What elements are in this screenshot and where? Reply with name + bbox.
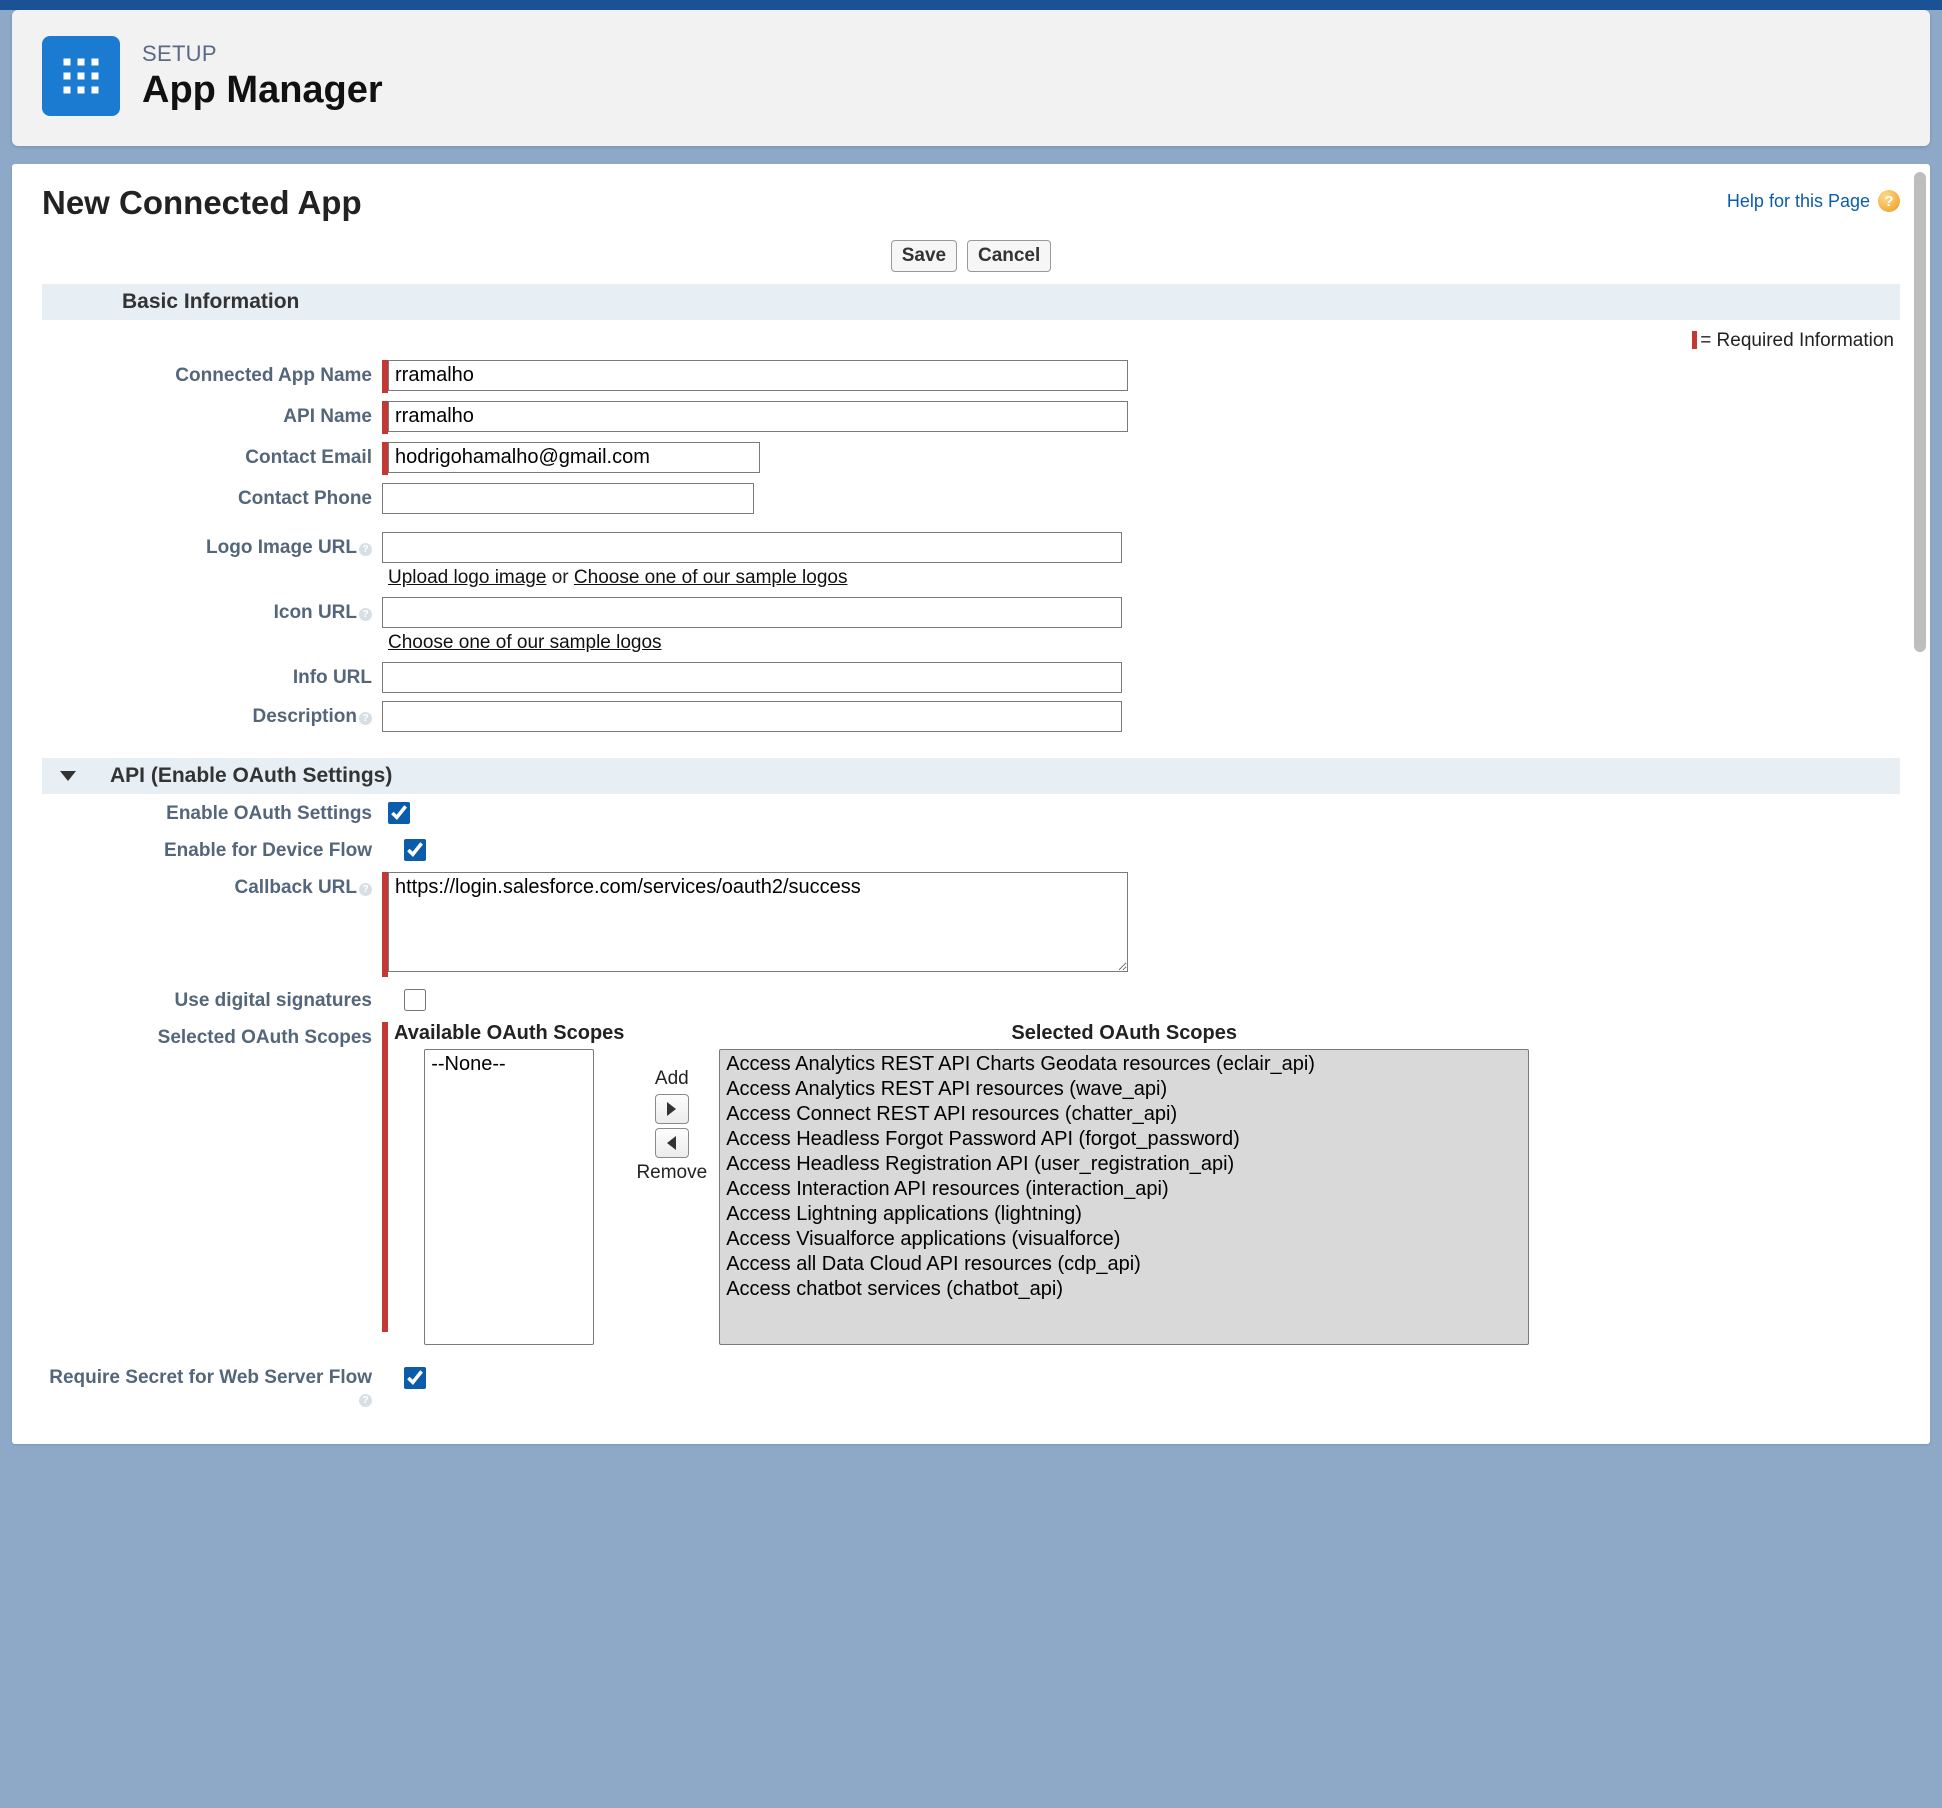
grid-icon <box>60 55 102 97</box>
label-digital-signatures: Use digital signatures <box>42 985 382 1012</box>
help-tip-icon[interactable]: ? <box>359 712 372 725</box>
upload-logo-link[interactable]: Upload logo image <box>388 567 546 588</box>
cancel-button[interactable]: Cancel <box>967 240 1051 272</box>
available-scopes-title: Available OAuth Scopes <box>394 1022 624 1045</box>
selected-scopes-title: Selected OAuth Scopes <box>1011 1022 1237 1045</box>
help-link[interactable]: Help for this Page <box>1727 191 1870 212</box>
connected-app-name-input[interactable] <box>388 360 1128 391</box>
help-tip-icon[interactable]: ? <box>359 883 372 896</box>
choose-sample-logo-link[interactable]: Choose one of our sample logos <box>574 567 848 588</box>
list-item[interactable]: Access Lightning applications (lightning… <box>722 1202 1526 1227</box>
section-basic-info: Basic Information <box>42 284 1900 320</box>
label-contact-email: Contact Email <box>42 442 382 469</box>
header-title: App Manager <box>142 69 383 112</box>
list-item[interactable]: Access Analytics REST API Charts Geodata… <box>722 1052 1526 1077</box>
page-header: SETUP App Manager <box>12 10 1930 146</box>
contact-phone-input[interactable] <box>382 483 754 514</box>
list-item[interactable]: Access Visualforce applications (visualf… <box>722 1227 1526 1252</box>
label-contact-phone: Contact Phone <box>42 483 382 510</box>
add-scope-button[interactable] <box>655 1094 689 1124</box>
label-logo-url: Logo Image URL? <box>42 532 382 559</box>
icon-url-input[interactable] <box>382 597 1122 628</box>
list-item[interactable]: Access Headless Forgot Password API (for… <box>722 1127 1526 1152</box>
required-legend: = Required Information <box>12 320 1930 356</box>
list-item[interactable]: Access Interaction API resources (intera… <box>722 1177 1526 1202</box>
remove-scope-button[interactable] <box>655 1128 689 1158</box>
help-tip-icon[interactable]: ? <box>359 543 372 556</box>
app-launcher-icon <box>42 36 120 116</box>
arrow-left-icon <box>667 1136 676 1150</box>
list-item[interactable]: Access Connect REST API resources (chatt… <box>722 1102 1526 1127</box>
label-enable-device-flow: Enable for Device Flow <box>42 835 382 862</box>
callback-url-textarea[interactable]: https://login.salesforce.com/services/oa… <box>388 872 1128 972</box>
require-secret-web-checkbox[interactable] <box>404 1367 426 1389</box>
label-callback-url: Callback URL? <box>42 872 382 899</box>
label-icon-url: Icon URL? <box>42 597 382 624</box>
content-panel: New Connected App Help for this Page ? S… <box>12 164 1930 1444</box>
setup-breadcrumb: SETUP <box>142 41 383 67</box>
label-enable-oauth: Enable OAuth Settings <box>42 798 382 825</box>
list-item[interactable]: --None-- <box>427 1052 591 1077</box>
label-selected-scopes: Selected OAuth Scopes <box>42 1022 382 1049</box>
top-band <box>0 0 1942 10</box>
list-item[interactable]: Access Analytics REST API resources (wav… <box>722 1077 1526 1102</box>
choose-sample-icon-link[interactable]: Choose one of our sample logos <box>388 632 662 653</box>
help-tip-icon[interactable]: ? <box>359 1394 372 1407</box>
info-url-input[interactable] <box>382 662 1122 693</box>
list-item[interactable]: Access Headless Registration API (user_r… <box>722 1152 1526 1177</box>
description-input[interactable] <box>382 701 1122 732</box>
label-description: Description? <box>42 701 382 728</box>
list-item[interactable]: Access chatbot services (chatbot_api) <box>722 1277 1526 1302</box>
caret-down-icon <box>60 771 76 781</box>
contact-email-input[interactable] <box>388 442 760 473</box>
selected-scopes-listbox[interactable]: Access Analytics REST API Charts Geodata… <box>719 1049 1529 1345</box>
enable-device-flow-checkbox[interactable] <box>404 839 426 861</box>
arrow-right-icon <box>667 1102 676 1116</box>
logo-url-input[interactable] <box>382 532 1122 563</box>
help-tip-icon[interactable]: ? <box>359 608 372 621</box>
digital-signatures-checkbox[interactable] <box>404 989 426 1011</box>
section-api-oauth[interactable]: API (Enable OAuth Settings) <box>42 758 1900 794</box>
label-require-secret-web: Require Secret for Web Server Flow? <box>42 1363 382 1410</box>
page-title: New Connected App <box>42 184 362 222</box>
enable-oauth-checkbox[interactable] <box>388 802 410 824</box>
label-api-name: API Name <box>42 401 382 428</box>
remove-label: Remove <box>636 1162 707 1184</box>
scrollbar[interactable] <box>1914 172 1926 1436</box>
help-icon[interactable]: ? <box>1878 190 1900 212</box>
list-item[interactable]: Access all Data Cloud API resources (cdp… <box>722 1252 1526 1277</box>
add-label: Add <box>655 1068 689 1090</box>
label-info-url: Info URL <box>42 662 382 689</box>
label-connected-app-name: Connected App Name <box>42 360 382 387</box>
available-scopes-listbox[interactable]: --None-- <box>424 1049 594 1345</box>
api-name-input[interactable] <box>388 401 1128 432</box>
save-button[interactable]: Save <box>891 240 957 272</box>
